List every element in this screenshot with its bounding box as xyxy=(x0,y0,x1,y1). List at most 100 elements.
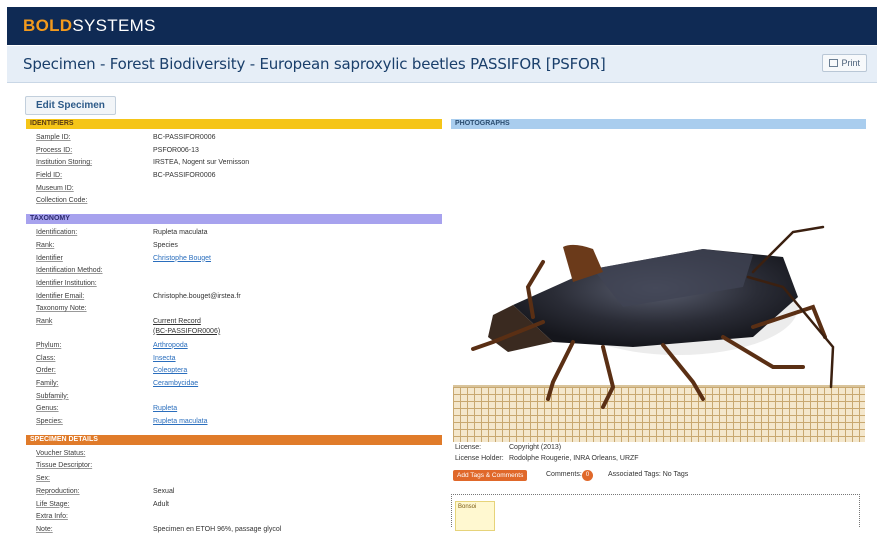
detail-row: Family: Cerambycidae xyxy=(26,378,442,391)
detail-label: Genus: xyxy=(36,405,59,413)
detail-value: BC-PASSIFOR0006 xyxy=(153,134,216,141)
detail-row: Institution Storing: IRSTEA, Nogent sur V… xyxy=(26,157,442,170)
detail-value[interactable]: Coleoptera xyxy=(153,365,187,378)
taxonomy-header: TAXONOMY xyxy=(26,214,442,225)
detail-value: Rupleta maculata xyxy=(153,229,208,237)
add-tags-comments-button[interactable]: Add Tags & Comments xyxy=(453,470,528,481)
detail-value[interactable]: Rupleta maculata xyxy=(153,416,207,429)
detail-row: Sex: xyxy=(26,473,442,486)
detail-label: Field ID: xyxy=(36,172,63,180)
detail-row: Subfamily: xyxy=(26,391,442,404)
detail-label: Voucher Status: xyxy=(36,449,86,457)
detail-row: Identifier Email: Christophe.bouget@irste… xyxy=(26,291,442,304)
detail-row: Process ID: PSFOR006-13 xyxy=(26,145,442,158)
detail-label: Extra Info: xyxy=(36,513,68,521)
rank-list: Phylum: Arthropoda Class: Insecta Order: Cole… xyxy=(26,340,442,429)
tag-cloud-box: Bonsoi xyxy=(451,494,860,531)
detail-label: Life Stage: xyxy=(36,500,70,508)
detail-label: Species: xyxy=(36,418,63,426)
detail-value[interactable]: Cerambycidae xyxy=(153,378,198,391)
detail-row: Life Stage: Adult xyxy=(26,499,442,512)
rank-row: Rank Current Record (BC-PASSIFOR0006) xyxy=(26,316,442,340)
taxonomy-list: Identification: Rupleta maculata Rank: Spec… xyxy=(26,227,442,316)
logo-systems-text: SYSTEMS xyxy=(72,16,156,35)
detail-row: Identification: Rupleta maculata xyxy=(26,227,442,240)
detail-value[interactable]: Insecta xyxy=(153,353,176,366)
detail-label: Identification: xyxy=(36,229,78,237)
specimen-list: Voucher Status: Tissue Descriptor: Sex: Rep… xyxy=(26,448,442,537)
detail-value: PSFOR006-13 xyxy=(153,146,199,154)
detail-row: Taxonomy Note: xyxy=(26,303,442,316)
detail-label: Sex: xyxy=(36,475,51,483)
associated-tags-text: Associated Tags: No Tags xyxy=(608,471,689,478)
specimen-photo[interactable] xyxy=(453,137,865,442)
print-button[interactable]: Print xyxy=(822,54,867,72)
detail-label: Collection Code: xyxy=(36,197,88,205)
rank-label: Rank xyxy=(36,317,53,325)
tag-note[interactable]: Bonsoi xyxy=(455,501,495,531)
detail-row: Sample ID: BC-PASSIFOR0006 xyxy=(26,132,442,145)
detail-label: Phylum: xyxy=(36,341,62,349)
detail-value: Christophe.bouget@irstea.fr xyxy=(153,292,241,300)
identifiers-list: Sample ID: BC-PASSIFOR0006 Process ID: PSFO… xyxy=(26,132,442,208)
detail-value: BC-PASSIFOR0006 xyxy=(153,172,216,180)
rank-sample-id: (BC-PASSIFOR0006) xyxy=(153,327,221,335)
detail-label: Subfamily: xyxy=(36,392,69,400)
detail-row: Museum ID: xyxy=(26,183,442,196)
detail-label: Process ID: xyxy=(36,146,73,154)
detail-row: Tissue Descriptor: xyxy=(26,460,442,473)
detail-row: Identifier Institution: xyxy=(26,278,442,291)
detail-label: Taxonomy Note: xyxy=(36,305,87,313)
tags-row: Add Tags & Comments Comments: 0 Associat… xyxy=(451,468,866,484)
detail-label: Tissue Descriptor: xyxy=(36,462,93,470)
print-label: Print xyxy=(841,58,860,68)
logo-bold-text: BOLD xyxy=(23,16,73,35)
detail-label: Identifier Email: xyxy=(36,292,85,300)
detail-value[interactable]: Rupleta xyxy=(153,403,177,416)
detail-row: Collection Code: xyxy=(26,195,442,208)
detail-label: Museum ID: xyxy=(36,184,74,192)
license-holder-value: Rodolphe Rougerie, INRA Orleans, URZF xyxy=(509,455,639,462)
detail-label: Institution Storing: xyxy=(36,159,93,167)
detail-row: Species: Rupleta maculata xyxy=(26,416,442,429)
bold-systems-logo[interactable]: BOLDSYSTEMS xyxy=(23,16,156,36)
detail-row: Class: Insecta xyxy=(26,353,442,366)
comments-count-badge[interactable]: 0 xyxy=(582,470,593,481)
detail-value[interactable]: Arthropoda xyxy=(153,340,188,353)
rank-value: Current Record (BC-PASSIFOR0006) xyxy=(153,317,220,337)
specimen-details-header: SPECIMEN DETAILS xyxy=(26,434,442,445)
license-label: License: xyxy=(455,444,482,451)
specimen-details-panel: IDENTIFIERS Sample ID: BC-PASSIFOR0006 Pro… xyxy=(26,119,442,537)
title-bar: Specimen - Forest Biodiversity - Europea… xyxy=(7,46,877,83)
detail-value: Adult xyxy=(153,500,169,508)
edit-specimen-button[interactable]: Edit Specimen xyxy=(25,96,116,115)
photographs-header: PHOTOGRAPHS xyxy=(451,119,866,129)
detail-row: Order: Coleoptera xyxy=(26,365,442,378)
detail-row: Reproduction: Sexual xyxy=(26,486,442,499)
detail-row: Phylum: Arthropoda xyxy=(26,340,442,353)
printer-icon xyxy=(829,59,839,67)
detail-value: Sexual xyxy=(153,487,175,495)
detail-row: Field ID: BC-PASSIFOR0006 xyxy=(26,170,442,183)
detail-value: Species xyxy=(153,241,178,249)
detail-value: Christophe Bouget xyxy=(153,254,211,262)
detail-label: Class: xyxy=(36,354,56,362)
detail-value: IRSTEA, Nogent sur Vernisson xyxy=(153,159,250,167)
detail-label: Rank: xyxy=(36,241,55,249)
detail-row: Rank: Species xyxy=(26,240,442,253)
detail-row: Identifier Christophe Bouget xyxy=(26,253,442,266)
detail-label: Reproduction: xyxy=(36,487,80,495)
detail-row: Genus: Rupleta xyxy=(26,403,442,416)
detail-row: Extra Info: xyxy=(26,511,442,524)
license-row: License: Copyright (2013) xyxy=(451,442,866,453)
top-bar: BOLDSYSTEMS xyxy=(7,7,877,45)
photographs-panel: PHOTOGRAPHS License: Copyright (2013) Li… xyxy=(451,119,866,484)
detail-label: Identifier Institution: xyxy=(36,279,97,287)
license-value: Copyright (2013) xyxy=(509,444,562,451)
comments-label: Comments: xyxy=(546,471,582,478)
rank-current-record: Current Record xyxy=(153,317,201,325)
license-holder-label: License Holder: xyxy=(455,455,504,462)
detail-label: Identifier xyxy=(36,254,63,262)
license-holder-row: License Holder: Rodolphe Rougerie, INRA … xyxy=(451,453,866,464)
detail-label: Sample ID: xyxy=(36,134,71,141)
